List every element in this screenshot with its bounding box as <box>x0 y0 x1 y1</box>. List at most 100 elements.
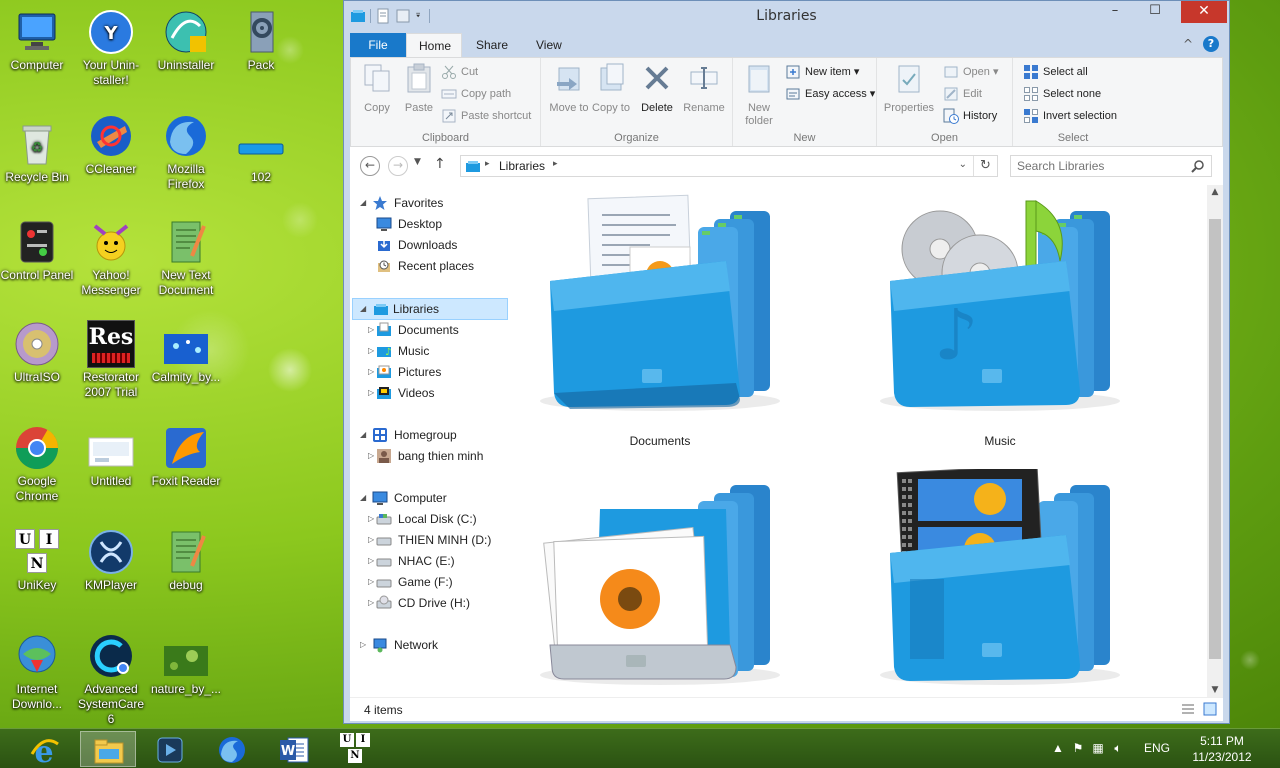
paste-button[interactable]: Paste <box>399 62 439 115</box>
desktop-icon-untitled[interactable]: Untitled <box>74 424 148 489</box>
invert-selection-button[interactable]: Invert selection <box>1023 106 1117 126</box>
desktop-icon-ultraiso[interactable]: UltraISO <box>0 320 74 385</box>
details-view-icon[interactable] <box>1181 702 1195 716</box>
taskbar-file-explorer[interactable] <box>80 731 136 767</box>
kmplayer-icon <box>87 528 135 576</box>
tree-item-favorites[interactable]: ◢ Favorites <box>360 193 510 213</box>
refresh-button[interactable]: ↻ <box>973 156 997 176</box>
minimize-button[interactable]: – <box>1101 1 1129 23</box>
delete-button[interactable]: Delete <box>637 62 677 115</box>
desktop-icon-debug[interactable]: debug <box>149 528 223 593</box>
select-none-button[interactable]: Select none <box>1023 84 1101 104</box>
copy-button[interactable]: Copy <box>357 62 397 115</box>
select-all-icon <box>1024 65 1038 79</box>
maximize-button[interactable]: ☐ <box>1141 1 1169 23</box>
desktop-icon-nature[interactable]: nature_by_... <box>149 632 223 697</box>
desktop-icon-new-text-document[interactable]: New Text Document <box>149 218 223 298</box>
cd-drive-icon <box>376 595 392 609</box>
breadcrumb-libraries[interactable]: Libraries <box>499 159 545 173</box>
desktop-icon-google-chrome[interactable]: Google Chrome <box>0 424 74 504</box>
history-button[interactable]: History <box>943 106 997 126</box>
back-button[interactable]: ← <box>360 156 380 176</box>
desktop-icon-unikey[interactable]: U I N UniKey <box>0 528 74 593</box>
system-tray: ▲ ⚑ ▦ 🔈︎ ENG 5:11 PM 11/23/2012 <box>1050 729 1280 768</box>
search-input[interactable] <box>1011 156 1181 176</box>
desktop-icon-uninstaller[interactable]: Uninstaller <box>149 8 223 73</box>
desktop-icon-mozilla-firefox[interactable]: Mozilla Firefox <box>149 112 223 192</box>
library-pictures[interactable] <box>530 469 790 729</box>
vertical-scrollbar[interactable]: ▲ ▼ <box>1207 185 1223 697</box>
tab-file[interactable]: File <box>350 33 406 57</box>
properties-button[interactable]: Properties <box>881 62 937 115</box>
tree-item-homegroup[interactable]: ◢ Homegroup <box>360 425 510 445</box>
forward-button[interactable]: → <box>388 156 408 176</box>
select-all-button[interactable]: Select all <box>1023 62 1088 82</box>
show-hidden-icons-button[interactable]: ▲ <box>1050 741 1066 757</box>
tab-share[interactable]: Share <box>464 33 520 57</box>
gear-icon <box>237 8 285 56</box>
open-button[interactable]: Open ▾ <box>943 62 999 82</box>
library-music[interactable]: ♪ Music <box>870 191 1130 451</box>
easy-access-button[interactable]: Easy access ▾ <box>785 84 875 104</box>
libraries-icon <box>374 304 388 315</box>
clock-time: 5:11 PM <box>1200 734 1244 748</box>
taskbar-media-player[interactable] <box>142 731 198 767</box>
copy-path-button[interactable]: Copy path <box>441 84 511 104</box>
large-icons-view-icon[interactable] <box>1203 702 1217 716</box>
scroll-up-arrow[interactable]: ▲ <box>1207 187 1223 197</box>
desktop-icon-yahoo-messenger[interactable]: Yahoo! Messenger <box>74 218 148 298</box>
desktop-icon-restorator[interactable]: Res Restorator 2007 Trial <box>74 320 148 400</box>
edit-button[interactable]: Edit <box>943 84 982 104</box>
action-center-icon[interactable]: ⚑ <box>1070 741 1086 757</box>
address-dropdown-button[interactable]: ⌄ <box>959 159 967 170</box>
clock[interactable]: 5:11 PM 11/23/2012 <box>1190 733 1254 765</box>
input-language[interactable]: ENG <box>1144 741 1170 755</box>
volume-icon[interactable]: 🔈︎ <box>1110 741 1126 757</box>
ribbon-group-organize: Move to Copy to Delete Rename Organize <box>541 58 733 146</box>
ribbon-collapse-button[interactable]: ^ <box>1183 37 1193 51</box>
library-videos[interactable] <box>870 464 1130 729</box>
new-item-button[interactable]: New item ▾ <box>785 62 859 82</box>
desktop-icon-control-panel[interactable]: Control Panel <box>0 218 74 283</box>
copy-to-button[interactable]: Copy to <box>591 62 631 115</box>
arrow-right-icon: → <box>392 158 404 172</box>
scroll-down-arrow[interactable]: ▼ <box>1207 685 1223 695</box>
title-bar[interactable]: Libraries – ☐ ✕ <box>344 1 1229 31</box>
search-box[interactable] <box>1010 155 1212 177</box>
close-button[interactable]: ✕ <box>1181 1 1227 23</box>
address-field[interactable]: ▸ Libraries ▸ ⌄ ↻ <box>460 155 998 177</box>
help-icon[interactable]: ? <box>1203 36 1219 52</box>
desktop-icon-internet-download[interactable]: Internet Downlo... <box>0 632 74 712</box>
desktop-icon-recycle-bin[interactable]: ♻ Recycle Bin <box>0 120 74 185</box>
tree-item-computer[interactable]: ◢ Computer <box>360 488 510 508</box>
network-status-icon[interactable]: ▦ <box>1090 741 1106 757</box>
desktop-icon-102[interactable]: 102 <box>224 120 298 185</box>
desktop-icon-foxit-reader[interactable]: Foxit Reader <box>149 424 223 489</box>
library-documents[interactable]: Documents <box>530 191 790 451</box>
tab-view[interactable]: View <box>524 33 574 57</box>
taskbar-firefox[interactable] <box>204 731 260 767</box>
ccleaner-icon <box>87 112 135 160</box>
svg-text:Y: Y <box>103 23 118 44</box>
desktop-icon-kmplayer[interactable]: KMPlayer <box>74 528 148 593</box>
move-to-button[interactable]: Move to <box>549 62 589 115</box>
desktop-icon-advanced-systemcare[interactable]: Advanced SystemCare 6 <box>74 632 148 727</box>
paste-shortcut-button[interactable]: Paste shortcut <box>441 106 531 126</box>
recent-locations-button[interactable]: ▼ <box>414 157 421 167</box>
new-folder-button[interactable]: New folder <box>737 62 781 128</box>
taskbar-internet-explorer[interactable]: e <box>16 731 72 767</box>
rename-button[interactable]: Rename <box>681 62 727 115</box>
taskbar-unikey[interactable]: U I N <box>328 731 384 767</box>
tree-item-libraries[interactable]: ◢ Libraries <box>352 298 508 320</box>
desktop-icon-ccleaner[interactable]: CCleaner <box>74 112 148 177</box>
desktop-icon-pack[interactable]: Pack <box>224 8 298 73</box>
desktop-icon-computer[interactable]: Computer <box>0 8 74 73</box>
tab-home[interactable]: Home <box>406 33 462 57</box>
up-button[interactable]: ↑ <box>434 156 446 172</box>
desktop-icon-calmity[interactable]: Calmity_by... <box>149 320 223 385</box>
desktop-icon-your-uninstaller[interactable]: Y Your Unin-staller! <box>74 8 148 88</box>
cut-button[interactable]: Cut <box>441 62 478 82</box>
tree-item-network[interactable]: ▷ Network <box>360 635 510 655</box>
taskbar-word[interactable]: W <box>266 731 322 767</box>
scrollbar-thumb[interactable] <box>1209 219 1221 659</box>
